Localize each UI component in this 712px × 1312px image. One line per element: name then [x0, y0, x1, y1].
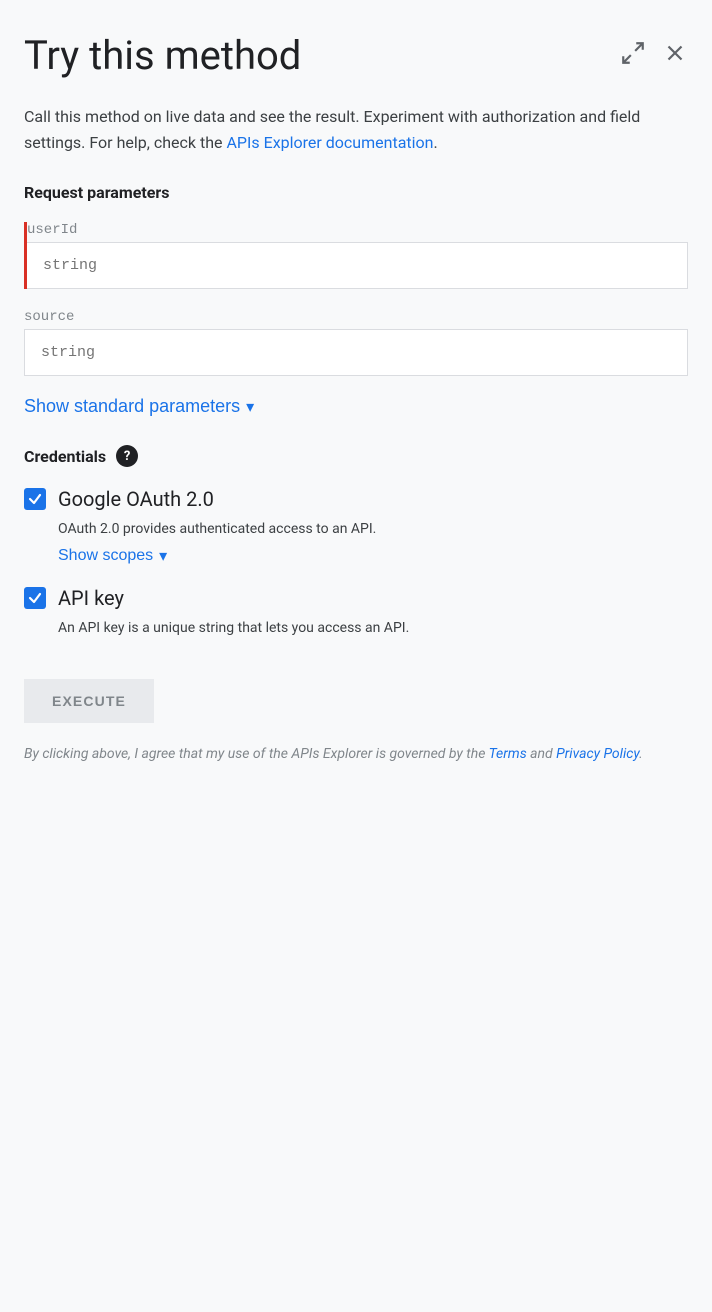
source-param-wrap: source — [24, 309, 688, 376]
panel-header: Try this method — [24, 32, 688, 80]
credentials-header: Credentials ? — [24, 445, 688, 467]
credential-apikey-item: API key An API key is a unique string th… — [24, 586, 688, 639]
source-input[interactable] — [24, 329, 688, 376]
try-this-method-panel: Try this method Call this method on live… — [0, 0, 712, 1312]
show-standard-params-label: Show standard parameters — [24, 396, 240, 417]
apikey-name: API key — [58, 586, 124, 610]
credentials-title: Credentials — [24, 447, 106, 466]
oauth-checkbox[interactable] — [24, 488, 46, 510]
terms-text: By clicking above, I agree that my use o… — [24, 743, 688, 765]
show-standard-params-button[interactable]: Show standard parameters ▾ — [24, 396, 254, 417]
oauth-name: Google OAuth 2.0 — [58, 487, 214, 511]
credentials-help-icon[interactable]: ? — [116, 445, 138, 467]
apikey-checkbox[interactable] — [24, 587, 46, 609]
panel-description: Call this method on live data and see th… — [24, 104, 688, 155]
show-scopes-chevron: ▾ — [159, 546, 167, 566]
source-label: source — [24, 309, 688, 325]
userid-label: userId — [27, 222, 688, 238]
show-scopes-button[interactable]: Show scopes ▾ — [58, 546, 167, 566]
terms-link[interactable]: Terms — [489, 746, 527, 762]
request-params-title: Request parameters — [24, 183, 688, 202]
panel-title: Try this method — [24, 32, 620, 80]
close-icon[interactable] — [662, 40, 688, 66]
userid-input[interactable] — [27, 242, 688, 289]
credential-oauth-row: Google OAuth 2.0 — [24, 487, 688, 511]
apis-explorer-link[interactable]: APIs Explorer documentation — [226, 133, 433, 152]
credential-apikey-row: API key — [24, 586, 688, 610]
userid-param-wrap: userId — [24, 222, 688, 289]
oauth-description: OAuth 2.0 provides authenticated access … — [58, 519, 688, 540]
header-icons — [620, 32, 688, 66]
show-scopes-label: Show scopes — [58, 547, 153, 565]
execute-button[interactable]: EXECUTE — [24, 679, 154, 723]
credential-oauth-item: Google OAuth 2.0 OAuth 2.0 provides auth… — [24, 487, 688, 566]
privacy-policy-link[interactable]: Privacy Policy — [556, 746, 639, 762]
expand-icon[interactable] — [620, 40, 646, 66]
show-standard-params-chevron: ▾ — [246, 397, 254, 417]
apikey-description: An API key is a unique string that lets … — [58, 618, 688, 639]
